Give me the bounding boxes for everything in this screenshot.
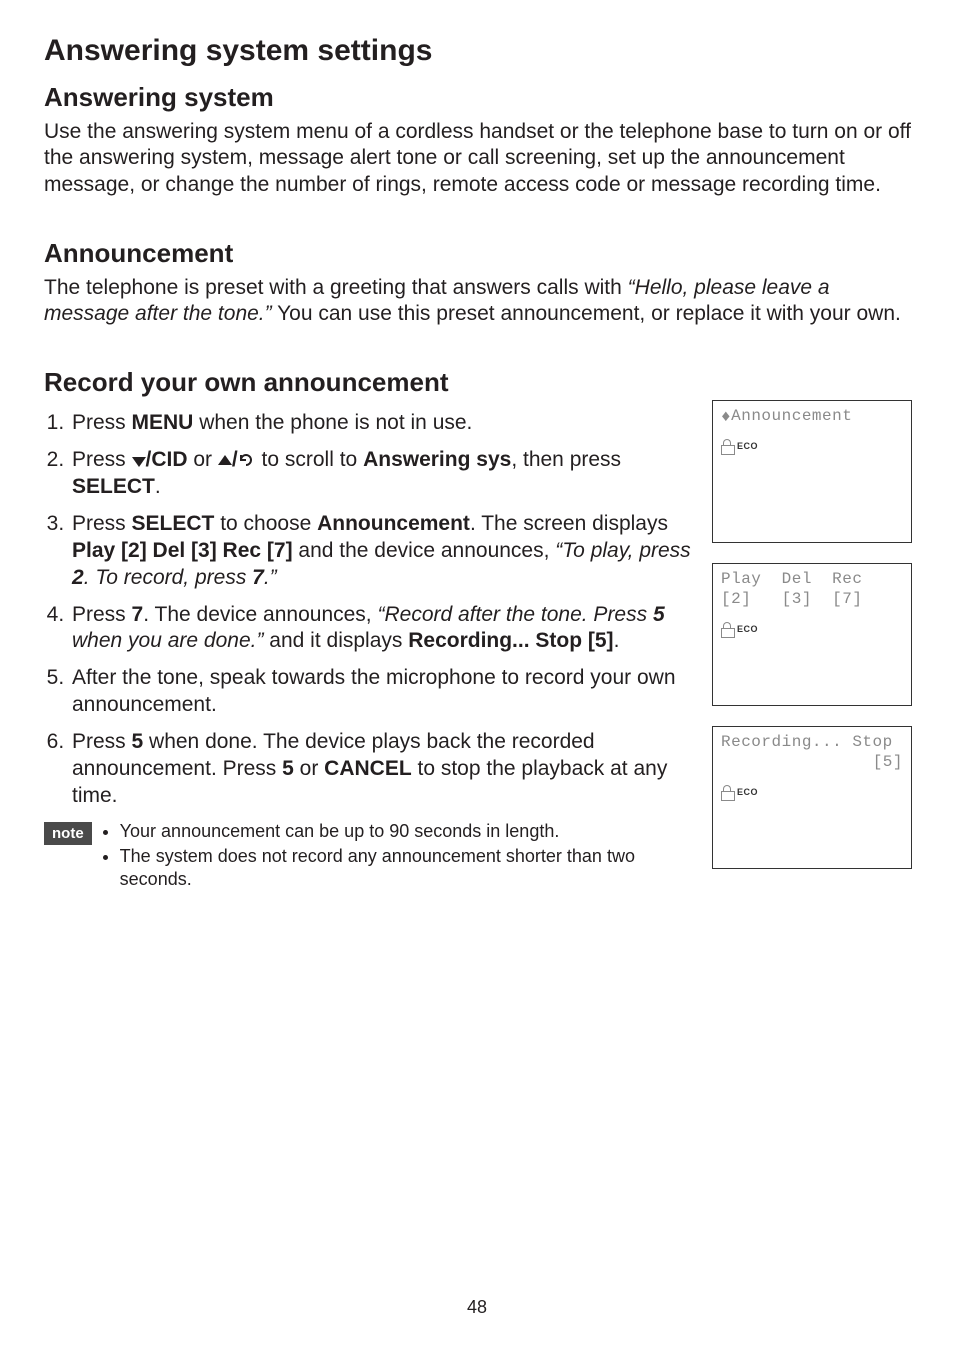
s3e: . The screen displays — [470, 512, 668, 535]
lcd-column: ♦Announcement ECO Play Del Rec [2] [3] [… — [712, 400, 914, 889]
s6a: Press — [72, 730, 132, 753]
step2-select: SELECT — [72, 475, 155, 498]
lock-icon — [721, 785, 733, 799]
steps-list: Press MENU when the phone is not in use.… — [44, 410, 692, 809]
step2-scroll: to scroll to — [256, 448, 363, 471]
step-5: After the tone, speak towards the microp… — [70, 665, 692, 719]
lcd2-row1: Play Del Rec — [721, 570, 903, 588]
updown-icon: ♦ — [721, 409, 731, 425]
s3b: SELECT — [132, 512, 215, 535]
s6b: 5 — [132, 730, 144, 753]
s3a: Press — [72, 512, 132, 535]
s3h3: . To record, press — [84, 566, 252, 589]
para-announcement: The telephone is preset with a greeting … — [44, 275, 914, 328]
lcd2-status-row: ECO — [721, 622, 903, 636]
s4d2: 5 — [653, 603, 665, 626]
s4a: Press — [72, 603, 132, 626]
s3h2: 2 — [72, 566, 84, 589]
eco-label: ECO — [737, 441, 758, 451]
lcd2-row2: [2] [3] [7] — [721, 590, 903, 608]
note-block: note Your announcement can be up to 90 s… — [44, 820, 692, 894]
redial-icon — [238, 452, 256, 468]
s4e: and it displays — [263, 629, 408, 652]
lcd3-status-row: ECO — [721, 785, 903, 799]
s3h: “To play, press — [555, 539, 690, 562]
s3h4: 7 — [252, 566, 264, 589]
step-6: Press 5 when done. The device plays back… — [70, 729, 692, 810]
s3d: Announcement — [317, 512, 470, 535]
announcement-text-post: You can use this preset announcement, or… — [272, 302, 901, 325]
heading-announcement: Announcement — [44, 238, 914, 269]
lock-icon — [721, 622, 733, 636]
heading-answering-system: Answering system — [44, 82, 914, 113]
step-4: Press 7. The device announces, “Record a… — [70, 602, 692, 656]
down-arrow-icon — [132, 457, 146, 467]
lcd1-text: Announcement — [731, 407, 852, 425]
s3c: to choose — [214, 512, 317, 535]
step2-or: or — [188, 448, 218, 471]
step-3: Press SELECT to choose Announcement. The… — [70, 511, 692, 592]
s3g: and the device announces, — [293, 539, 556, 562]
eco-label: ECO — [737, 787, 758, 797]
heading-record-own: Record your own announcement — [44, 367, 914, 398]
lcd-screen-announcement: ♦Announcement ECO — [712, 400, 912, 543]
step2-dot: . — [155, 475, 161, 498]
s4g: . — [614, 629, 620, 652]
s6e: or — [294, 757, 324, 780]
lcd1-line1: ♦Announcement — [721, 407, 903, 425]
s4d3: when you are done.” — [72, 629, 263, 652]
s4d: “Record after the tone. Press — [377, 603, 652, 626]
s4f: Recording... Stop [5] — [408, 629, 613, 652]
lcd3-row1: Recording... Stop — [721, 733, 903, 751]
eco-label: ECO — [737, 624, 758, 634]
para-answering-system: Use the answering system menu of a cordl… — [44, 119, 914, 198]
step1-c: when the phone is not in use. — [193, 411, 472, 434]
page-container: Answering system settings Answering syst… — [0, 0, 954, 1354]
lock-icon — [721, 439, 733, 453]
s4b: 7 — [132, 603, 144, 626]
s3f: Play [2] Del [3] Rec [7] — [72, 539, 293, 562]
s6d: 5 — [282, 757, 294, 780]
lcd1-status-row: ECO — [721, 439, 903, 453]
lcd-screen-recording: Recording... Stop [5] ECO — [712, 726, 912, 869]
step2-then: , then press — [511, 448, 621, 471]
s4c: . The device announces, — [143, 603, 377, 626]
s3h5: .” — [264, 566, 277, 589]
page-title: Answering system settings — [44, 34, 914, 68]
step2-cid: /CID — [146, 448, 188, 471]
note-badge: note — [44, 822, 92, 845]
note-list: Your announcement can be up to 90 second… — [102, 820, 692, 894]
step2-a: Press — [72, 448, 132, 471]
s6f: CANCEL — [324, 757, 412, 780]
note-item-1: Your announcement can be up to 90 second… — [120, 820, 692, 843]
page-number: 48 — [0, 1297, 954, 1318]
lcd3-row2: [5] — [721, 753, 903, 771]
up-arrow-icon — [218, 455, 232, 465]
step1-a: Press — [72, 411, 132, 434]
lcd-screen-play-del-rec: Play Del Rec [2] [3] [7] ECO — [712, 563, 912, 706]
announcement-text-pre: The telephone is preset with a greeting … — [44, 276, 628, 299]
step1-b: MENU — [132, 411, 194, 434]
step-1: Press MENU when the phone is not in use. — [70, 410, 692, 437]
step2-answering: Answering sys — [363, 448, 511, 471]
steps-column: Press MENU when the phone is not in use.… — [44, 404, 712, 894]
record-section-wrap: Press MENU when the phone is not in use.… — [44, 404, 914, 894]
note-item-2: The system does not record any announcem… — [120, 845, 692, 892]
step-2: Press /CID or / to scroll to Answering s… — [70, 447, 692, 501]
